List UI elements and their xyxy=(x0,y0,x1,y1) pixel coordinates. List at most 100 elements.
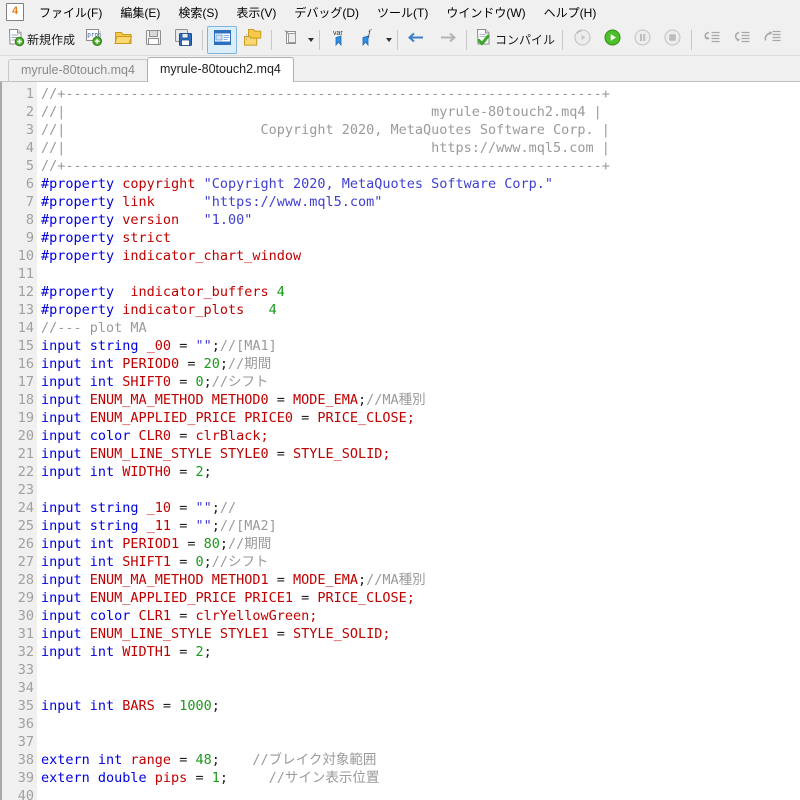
code-line[interactable]: input int WIDTH0 = 2; xyxy=(41,463,800,481)
menu-file[interactable]: ファイル(F) xyxy=(30,1,111,24)
token-id: ENUM_APPLIED_PRICE PRICE1 xyxy=(89,590,302,606)
code-line[interactable]: input ENUM_MA_METHOD METHOD0 = MODE_EMA;… xyxy=(41,391,800,409)
code-line[interactable] xyxy=(41,661,800,679)
step-into-button[interactable] xyxy=(696,26,726,54)
step-over-button[interactable] xyxy=(726,26,756,54)
step-out-button[interactable] xyxy=(756,26,786,54)
token-plain: ; xyxy=(358,392,367,408)
toolbar-separator-5 xyxy=(466,29,468,50)
code-line[interactable]: #property strict xyxy=(41,229,800,247)
clipboard-dropdown-arrow[interactable] xyxy=(306,37,315,42)
token-plain: ; xyxy=(203,554,212,570)
code-line[interactable]: //--- plot MA xyxy=(41,319,800,337)
menu-tools[interactable]: ツール(T) xyxy=(368,1,437,24)
insert-variable-button[interactable]: var xyxy=(324,26,354,54)
line-number: 31 xyxy=(17,626,34,642)
pause-button[interactable] xyxy=(627,26,657,54)
insert-function-button[interactable]: f xyxy=(354,26,384,54)
code-line[interactable]: //| Copyright 2020, MetaQuotes Software … xyxy=(41,121,800,139)
token-id: range xyxy=(130,752,180,768)
code-line[interactable]: input int SHIFT0 = 0;//シフト xyxy=(41,373,800,391)
debug-history-button[interactable] xyxy=(567,26,597,54)
editor-tab-myrule-80touch[interactable]: myrule-80touch.mq4 xyxy=(8,59,148,81)
new-project-button[interactable]: proj xyxy=(78,26,108,54)
menu-help[interactable]: ヘルプ(H) xyxy=(535,1,606,24)
code-line[interactable]: #property indicator_buffers 4 xyxy=(41,283,800,301)
code-line[interactable]: input int BARS = 1000; xyxy=(41,697,800,715)
code-line[interactable]: input ENUM_APPLIED_PRICE PRICE0 = PRICE_… xyxy=(41,409,800,427)
save-button[interactable] xyxy=(138,26,168,54)
token-com: //期間 xyxy=(227,536,272,552)
token-id: WIDTH1 xyxy=(122,644,180,660)
code-line[interactable]: #property indicator_chart_window xyxy=(41,247,800,265)
stop-button[interactable] xyxy=(657,26,687,54)
code-line[interactable] xyxy=(41,715,800,733)
token-com: //期間 xyxy=(227,356,272,372)
menu-window[interactable]: ウインドウ(W) xyxy=(437,1,534,24)
code-line[interactable]: input int PERIOD0 = 20;//期間 xyxy=(41,355,800,373)
run-button[interactable] xyxy=(597,26,627,54)
token-kw: extern int xyxy=(41,752,131,768)
step-into-icon xyxy=(701,28,722,52)
code-line[interactable]: extern double pips = 1; //サイン表示位置 xyxy=(41,769,800,787)
code-line[interactable]: input ENUM_LINE_STYLE STYLE1 = STYLE_SOL… xyxy=(41,625,800,643)
code-line[interactable]: input color CLR0 = clrBlack; xyxy=(41,427,800,445)
menu-debug[interactable]: デバッグ(D) xyxy=(285,1,368,24)
code-line[interactable]: input string _00 = "";//[MA1] xyxy=(41,337,800,355)
line-number: 8 xyxy=(25,212,34,228)
code-line[interactable]: #property copyright "Copyright 2020, Met… xyxy=(41,175,800,193)
code-line[interactable]: #property indicator_plots 4 xyxy=(41,301,800,319)
token-com: //| https://www.mql5.com | xyxy=(41,140,610,156)
code-line[interactable]: //+-------------------------------------… xyxy=(41,85,800,103)
code-line[interactable]: input ENUM_MA_METHOD METHOD1 = MODE_EMA;… xyxy=(41,571,800,589)
code-line[interactable]: input ENUM_APPLIED_PRICE PRICE1 = PRICE_… xyxy=(41,589,800,607)
toggle-navigator-button[interactable] xyxy=(207,25,238,54)
compile-button[interactable]: コンパイル xyxy=(471,26,558,54)
token-id: STYLE_SOLID; xyxy=(292,446,391,462)
code-line[interactable] xyxy=(41,787,800,800)
navigate-back-button[interactable] xyxy=(402,26,432,54)
code-line[interactable]: input string _11 = "";//[MA2] xyxy=(41,517,800,535)
code-line[interactable]: input string _10 = "";// xyxy=(41,499,800,517)
code-line[interactable]: //| https://www.mql5.com | xyxy=(41,139,800,157)
navigate-forward-button[interactable] xyxy=(432,26,462,54)
open-file-button[interactable] xyxy=(108,26,138,54)
code-editor[interactable]: 1 2 3 4 5 6 7 8 9 10 11 12 13 14 15 16 17 18 19 20 21 22 23 24 2… xyxy=(0,82,800,800)
menu-search[interactable]: 検索(S) xyxy=(169,1,227,24)
token-id: PRICE_CLOSE; xyxy=(317,590,415,606)
code-line[interactable]: #property version "1.00" xyxy=(41,211,800,229)
code-line[interactable]: extern int range = 48; //ブレイク対象範囲 xyxy=(41,751,800,769)
code-line[interactable]: input int PERIOD1 = 80;//期間 xyxy=(41,535,800,553)
function-pin-icon: f xyxy=(359,28,379,52)
line-number: 40 xyxy=(17,788,34,800)
code-line[interactable] xyxy=(41,265,800,283)
line-number: 37 xyxy=(17,734,34,750)
code-line[interactable] xyxy=(41,733,800,751)
code-text-area[interactable]: //+-------------------------------------… xyxy=(37,82,800,800)
line-number: 5 xyxy=(25,158,34,174)
menu-edit[interactable]: 編集(E) xyxy=(111,1,169,24)
code-line[interactable]: input int SHIFT1 = 0;//シフト xyxy=(41,553,800,571)
code-line[interactable]: input int WIDTH1 = 2; xyxy=(41,643,800,661)
function-dropdown-arrow[interactable] xyxy=(384,37,393,42)
token-com: //ブレイク対象範囲 xyxy=(252,752,377,768)
new-file-button[interactable]: 新規作成 xyxy=(3,26,78,54)
token-com: // xyxy=(219,500,237,516)
token-com: //MA種別 xyxy=(366,572,426,588)
menu-view[interactable]: 表示(V) xyxy=(227,1,285,24)
editor-tab-myrule-80touch2[interactable]: myrule-80touch2.mq4 xyxy=(146,57,294,82)
toggle-toolbox-button[interactable] xyxy=(237,26,267,54)
line-number: 11 xyxy=(17,266,34,282)
code-line[interactable]: #property link "https://www.mql5.com" xyxy=(41,193,800,211)
code-line[interactable] xyxy=(41,481,800,499)
save-all-button[interactable] xyxy=(168,26,198,54)
token-num: 20 xyxy=(203,356,220,372)
code-line[interactable]: //| myrule-80touch2.mq4 | xyxy=(41,103,800,121)
code-line[interactable]: input ENUM_LINE_STYLE STYLE0 = STYLE_SOL… xyxy=(41,445,800,463)
clipboard-button[interactable] xyxy=(276,26,306,54)
code-line[interactable]: //+-------------------------------------… xyxy=(41,157,800,175)
code-line[interactable]: input color CLR1 = clrYellowGreen; xyxy=(41,607,800,625)
code-line[interactable] xyxy=(41,679,800,697)
token-plain: = xyxy=(276,572,293,588)
stop-icon xyxy=(662,28,683,52)
